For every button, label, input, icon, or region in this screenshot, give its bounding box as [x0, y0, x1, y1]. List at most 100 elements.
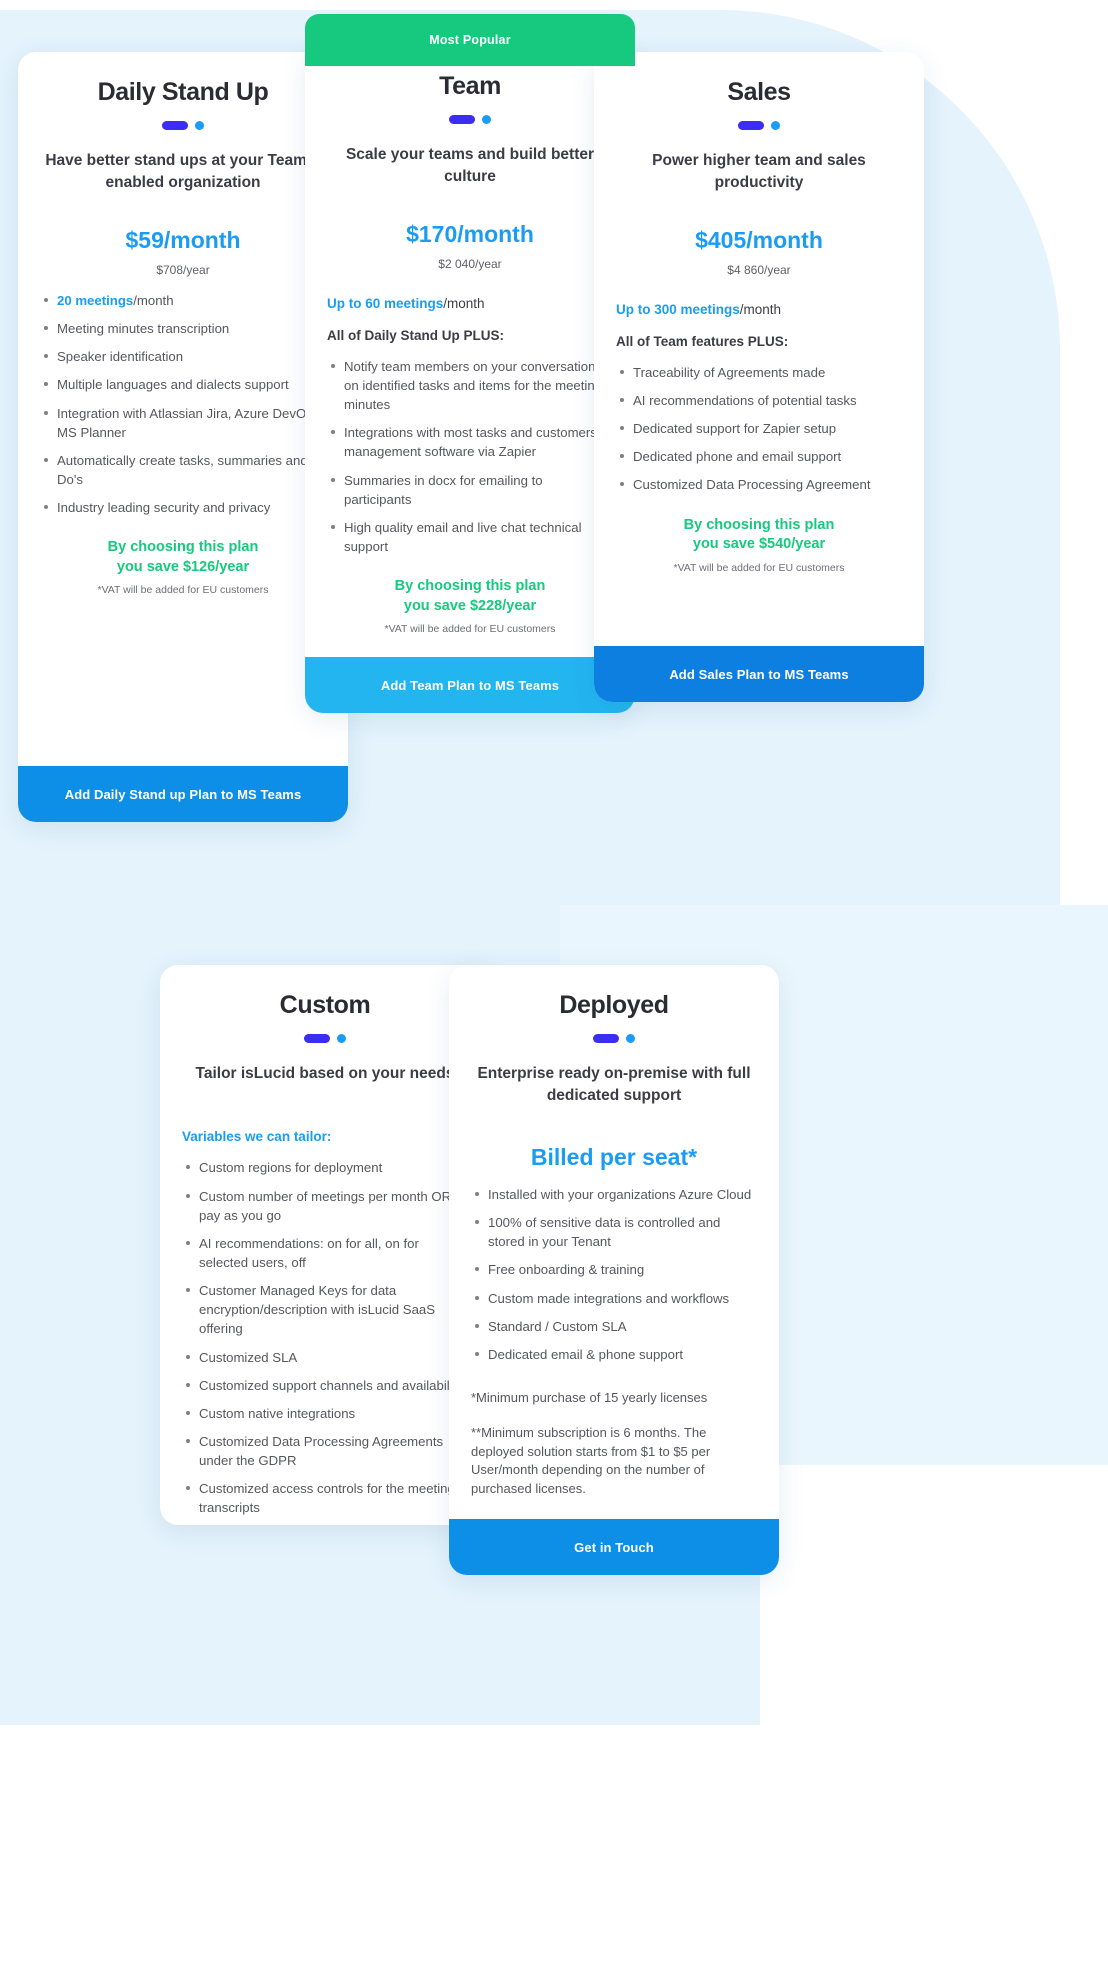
- plan-title: Daily Stand Up: [97, 78, 269, 106]
- divider-dot-icon: [626, 1034, 635, 1043]
- plan-tagline: Tailor isLucid based on your needs: [195, 1065, 455, 1082]
- feature-item: Meeting minutes transcription: [44, 319, 326, 338]
- meetings-highlight: 20 meetings: [57, 292, 134, 308]
- savings-line-2: you save $126/year: [116, 558, 250, 575]
- divider-dot-icon: [195, 121, 204, 130]
- divider-dot-icon: [482, 115, 491, 124]
- meetings-highlight: Up to 60 meetings: [327, 295, 444, 311]
- feature-item: Custom regions for deployment: [186, 1158, 468, 1177]
- feature-item: Industry leading security and privacy: [44, 498, 326, 517]
- feature-item: Integration with Atlassian Jira, Azure D…: [44, 404, 326, 442]
- savings-line-2: you save $228/year: [403, 597, 537, 614]
- plan-card-deployed[interactable]: Deployed Enterprise ready on-premise wit…: [449, 965, 779, 1575]
- add-sales-plan-button[interactable]: Add Sales Plan to MS Teams: [594, 646, 924, 702]
- most-popular-badge: Most Popular: [305, 14, 635, 66]
- card-body: Sales Power higher team and sales produc…: [594, 52, 924, 646]
- savings-line-2: you save $540/year: [692, 536, 826, 553]
- card-body: Deployed Enterprise ready on-premise wit…: [449, 965, 779, 1519]
- feature-item: Dedicated email & phone support: [475, 1345, 757, 1364]
- add-daily-stand-up-plan-button[interactable]: Add Daily Stand up Plan to MS Teams: [18, 766, 348, 822]
- vat-note: *VAT will be added for EU customers: [673, 561, 845, 574]
- vat-note: *VAT will be added for EU customers: [384, 623, 556, 636]
- plan-card-custom[interactable]: Custom Tailor isLucid based on your need…: [160, 965, 490, 1525]
- divider-bar-icon: [449, 115, 475, 124]
- divider-bar-icon: [738, 121, 764, 130]
- divider-dot-icon: [337, 1034, 346, 1043]
- feature-item: AI recommendations: on for all, on for s…: [186, 1234, 468, 1272]
- meetings-line: Up to 60 meetings/month: [327, 295, 613, 314]
- feature-item: Customized access controls for the meeti…: [186, 1479, 468, 1517]
- plus-heading: All of Daily Stand Up PLUS:: [327, 327, 505, 343]
- plan-tagline: Scale your teams and build better cultur…: [345, 146, 595, 186]
- title-divider: [327, 115, 613, 124]
- vat-note: *VAT will be added for EU customers: [97, 584, 269, 597]
- plan-card-sales[interactable]: Sales Power higher team and sales produc…: [594, 52, 924, 702]
- plan-title: Deployed: [559, 991, 669, 1019]
- title-divider: [40, 121, 326, 130]
- feature-list: Traceability of Agreements made AI recom…: [616, 363, 902, 504]
- meetings-line: Up to 300 meetings/month: [616, 301, 902, 320]
- card-body: Daily Stand Up Have better stand ups at …: [18, 52, 348, 766]
- feature-item: Speaker identification: [44, 347, 326, 366]
- savings-line-1: By choosing this plan: [107, 539, 259, 556]
- feature-item: Summaries in docx for emailing to partic…: [331, 471, 613, 509]
- divider-bar-icon: [593, 1034, 619, 1043]
- feature-item: Integrations with most tasks and custome…: [331, 423, 613, 461]
- deployed-get-in-touch-button[interactable]: Get in Touch: [449, 1519, 779, 1575]
- feature-item: High quality email and live chat technic…: [331, 518, 613, 556]
- plan-tagline: Power higher team and sales productivity: [652, 152, 866, 192]
- plan-title: Sales: [727, 78, 791, 106]
- plus-heading: All of Team features PLUS:: [616, 333, 789, 349]
- plan-title: Custom: [279, 991, 371, 1019]
- meetings-rest: /month: [739, 301, 782, 317]
- feature-item-meetings: 20 meetings/month: [44, 291, 326, 310]
- feature-item: Standard / Custom SLA: [475, 1317, 757, 1336]
- plan-price-monthly: $170/month: [406, 220, 534, 247]
- divider-bar-icon: [162, 121, 188, 130]
- plan-title: Team: [439, 72, 501, 100]
- feature-item: 100% of sensitive data is controlled and…: [475, 1213, 757, 1251]
- meetings-highlight: Up to 300 meetings: [616, 301, 740, 317]
- plan-price-yearly: $2 040/year: [438, 256, 502, 271]
- meetings-rest: /month: [443, 295, 485, 311]
- divider-dot-icon: [771, 121, 780, 130]
- card-body: Custom Tailor isLucid based on your need…: [160, 965, 490, 1525]
- feature-item: Dedicated support for Zapier setup: [620, 419, 902, 438]
- feature-list: 20 meetings/month Meeting minutes transc…: [40, 291, 326, 526]
- savings-text: By choosing this plan you save $126/year: [40, 538, 326, 577]
- plan-price-yearly: $4 860/year: [727, 262, 791, 277]
- add-team-plan-button[interactable]: Add Team Plan to MS Teams: [305, 657, 635, 713]
- savings-text: By choosing this plan you save $540/year: [616, 516, 902, 555]
- feature-item: Installed with your organizations Azure …: [475, 1185, 757, 1204]
- feature-list: Custom regions for deployment Custom num…: [182, 1158, 468, 1525]
- savings-line-1: By choosing this plan: [394, 578, 546, 595]
- plan-price-monthly: $405/month: [695, 226, 823, 253]
- plan-price-monthly: $59/month: [125, 226, 241, 253]
- meetings-rest: /month: [133, 292, 174, 308]
- plan-card-team[interactable]: Team Scale your teams and build better c…: [305, 46, 635, 713]
- feature-list: Notify team members on your conversation…: [327, 357, 613, 565]
- plan-price-yearly: $708/year: [156, 262, 210, 277]
- feature-item: Automatically create tasks, summaries an…: [44, 451, 326, 489]
- feature-item: Dedicated phone and email support: [620, 447, 902, 466]
- feature-item: Customized SLA: [186, 1348, 468, 1367]
- feature-item: Traceability of Agreements made: [620, 363, 902, 382]
- feature-item: AI recommendations of potential tasks: [620, 391, 902, 410]
- divider-bar-icon: [304, 1034, 330, 1043]
- minimum-purchase-note: *Minimum purchase of 15 yearly licenses: [471, 1389, 708, 1405]
- section-heading: Variables we can tailor:: [182, 1129, 332, 1145]
- minimum-subscription-note: **Minimum subscription is 6 months. The …: [471, 1424, 711, 1497]
- plan-tagline: Have better stand ups at your Teams-enab…: [45, 152, 321, 192]
- feature-item: Customized Data Processing Agreements un…: [186, 1432, 468, 1470]
- plan-card-daily-stand-up[interactable]: Daily Stand Up Have better stand ups at …: [18, 52, 348, 822]
- title-divider: [616, 121, 902, 130]
- feature-item: Notify team members on your conversation…: [331, 357, 613, 414]
- savings-text: By choosing this plan you save $228/year: [327, 577, 613, 616]
- feature-item: Customized Data Processing Agreement: [620, 475, 902, 494]
- feature-item: Custom native integrations: [186, 1404, 468, 1423]
- title-divider: [182, 1034, 468, 1043]
- feature-item: Free onboarding & training: [475, 1260, 757, 1279]
